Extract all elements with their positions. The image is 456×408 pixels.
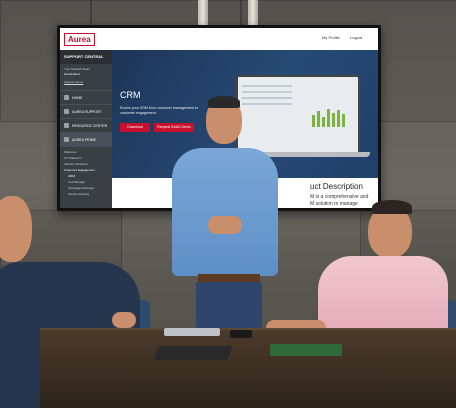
sidebar-item-label: AUREA PRIME [72,138,96,142]
dashboard-row [242,91,292,93]
smartphone [230,330,252,338]
sidebar-sub-item[interactable]: List Manager [68,180,85,184]
wrench-icon [64,109,69,114]
standing-man-hair [208,96,240,108]
request-demo-button[interactable]: Request SAAS Demo [154,123,194,132]
sidebar-item-aurea-support[interactable]: AUREA SUPPORT [60,104,112,119]
support-home-link[interactable]: Support Home [64,80,83,84]
dashboard-bar [312,115,315,127]
seated-man-left-hand [112,312,136,328]
dashboard-row [242,103,292,105]
dashboard-bar [332,113,335,127]
seated-man-right-hair [372,200,412,214]
dashboard-bar [317,111,320,127]
conference-table [40,328,456,408]
dashboard-bar [322,117,325,127]
dashboard-bar [327,109,330,127]
hero-description: Evolve your CRM from customer management… [120,106,198,115]
dashboard-row [242,85,292,87]
ceiling-pipe [248,0,258,28]
ceiling-pipe [198,0,208,28]
laptop-illustration [236,75,360,157]
sidebar-sub-item[interactable]: CRM [68,174,75,178]
sidebar-item-label: RESOURCE CENTER [72,124,108,128]
notebook [270,344,342,356]
dashboard-row [242,97,292,99]
home-icon [64,95,69,100]
section-title: uct Description [310,182,363,191]
standing-man-shirt [172,148,278,276]
photo-scene: Aurea My Profile Logout SUPPORT CENTRAL … [0,0,456,408]
dashboard-bar [342,114,345,127]
logout-link[interactable]: Logout [350,35,362,40]
sidebar-item-label: AUREA SUPPORT [72,110,102,114]
site-header: Aurea My Profile Logout [60,28,378,51]
laptop-on-table [164,328,220,336]
sidebar-item-resource-center[interactable]: RESOURCE CENTER [60,118,112,133]
sidebar-item-aurea-prime[interactable]: AUREA PRIME [60,132,112,147]
section-text: M solution to manage [310,201,358,207]
sidebar-sub-item[interactable]: Welcome [64,150,76,154]
star-icon [64,137,69,142]
section-text: M is a comprehensive and [310,194,369,200]
standing-man-jeans [196,282,262,330]
book-icon [64,123,69,128]
hero-title: CRM [120,90,141,100]
download-button[interactable]: Download [120,123,150,132]
sidebar-sub-item[interactable]: Campaign Manager [68,186,94,190]
sidebar-sub-item[interactable]: Customer Engagement [64,168,95,172]
sidebar-intro-line: Not Entitled [64,72,80,76]
sidebar-sub-item[interactable]: Social Listening [68,192,89,196]
standing-man-hands [208,216,242,234]
sidebar-header: SUPPORT CENTRAL [60,50,112,64]
belt [198,274,260,282]
sidebar-sub-item[interactable]: Industry Solutions [64,162,88,166]
dashboard-bar [337,110,340,127]
seated-man-left-head [0,196,32,262]
tablet [153,346,233,360]
sidebar-sub-item[interactable]: CX Platforms [64,156,82,160]
sidebar: SUPPORT CENTRAL Your Network Team Not En… [60,50,112,208]
aurea-logo[interactable]: Aurea [64,33,95,46]
sidebar-intro-line: Your Network Team [64,67,91,71]
sidebar-item-label: HOME [72,96,83,100]
sidebar-item-home[interactable]: HOME [60,90,112,105]
my-profile-link[interactable]: My Profile [322,35,340,40]
